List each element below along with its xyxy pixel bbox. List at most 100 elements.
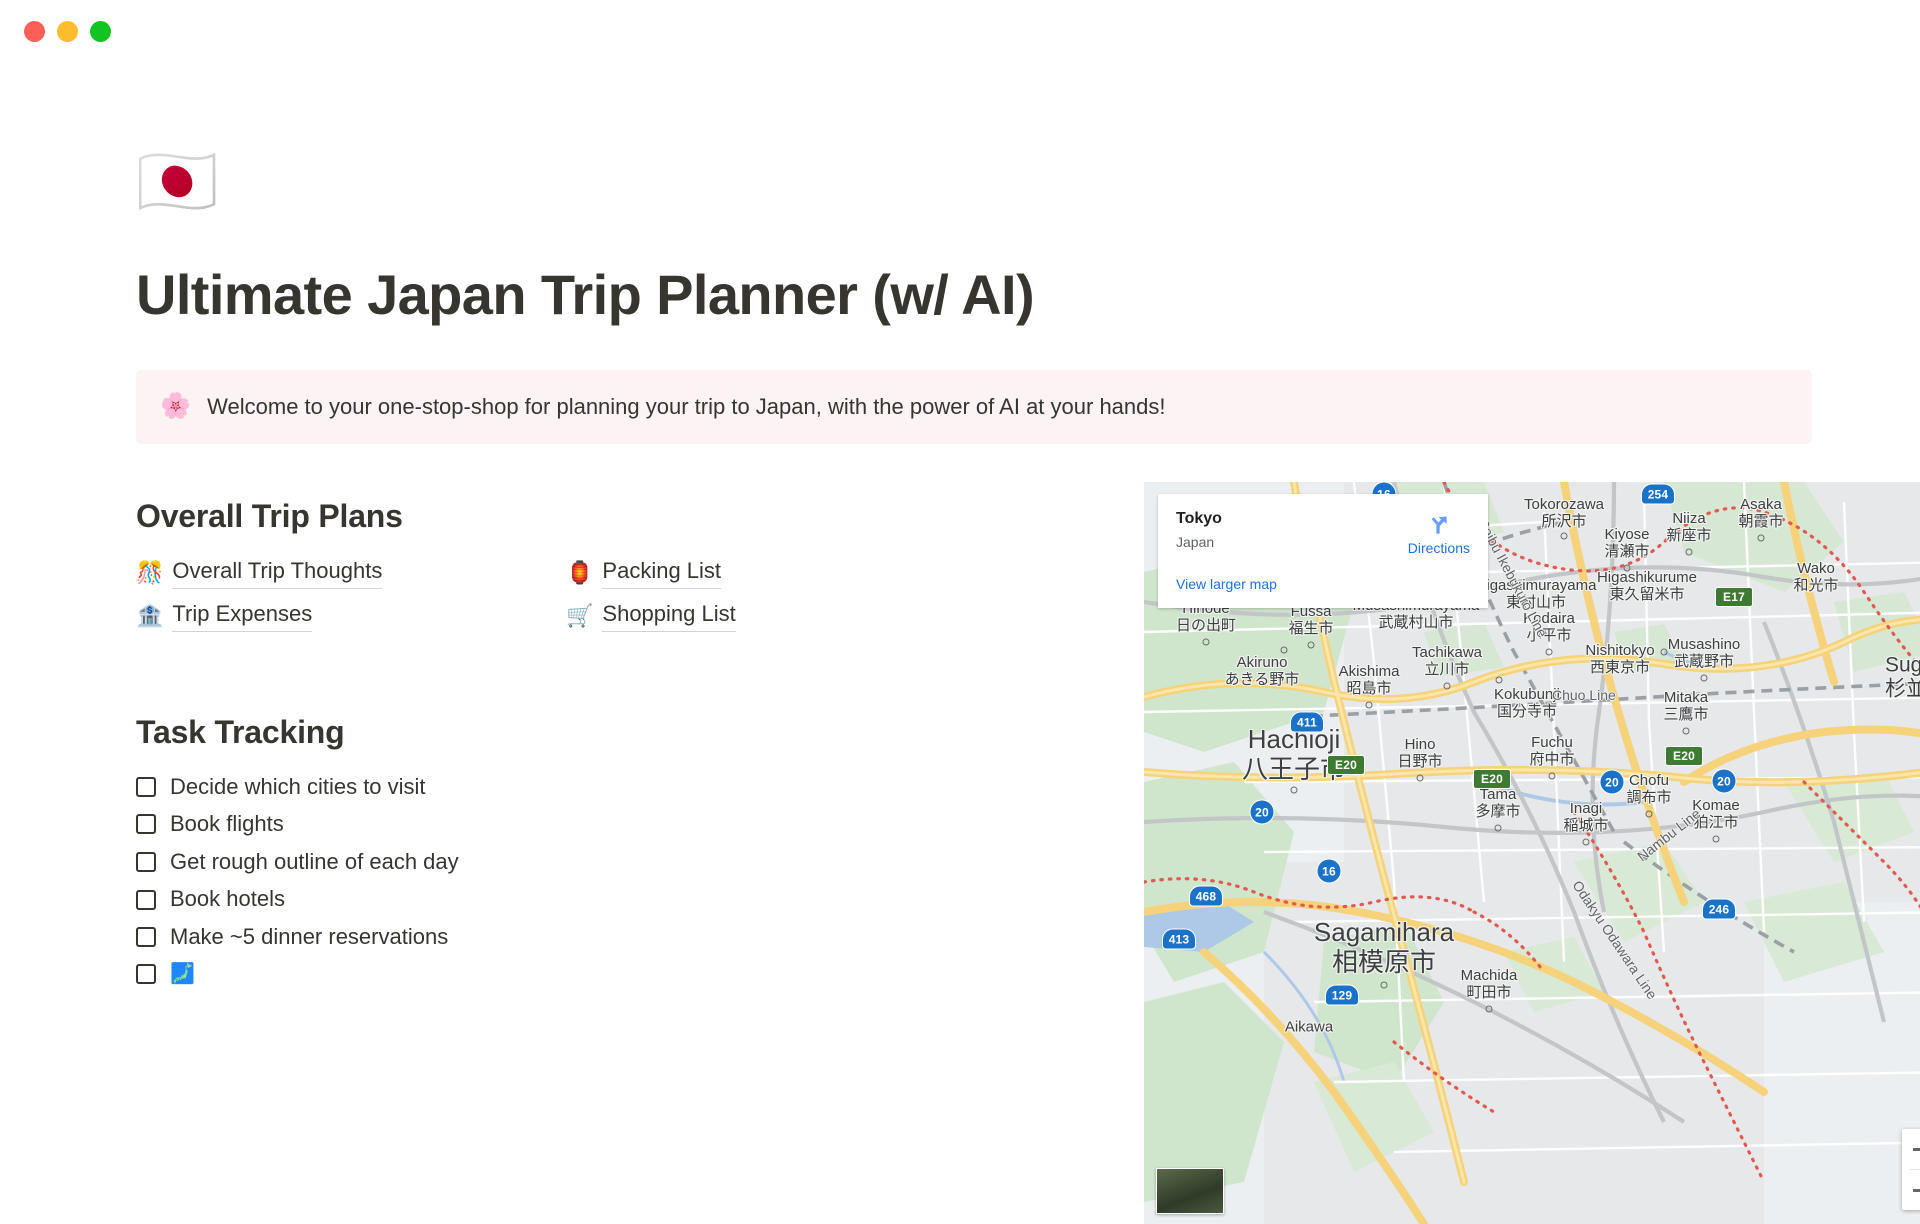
map-place-dot [1307,641,1315,649]
task-checklist: Decide which cities to visit Book flight… [136,773,966,987]
route-shield: 246 [1702,898,1736,920]
left-column: Overall Trip Plans 🎊 Overall Trip Though… [136,482,966,986]
task-label: Decide which cities to visit [170,773,426,799]
welcome-callout: 🌸 Welcome to your one-stop-shop for plan… [136,369,1812,445]
route-shield: 16 [1316,858,1342,884]
map-zoom-controls [1902,1129,1920,1211]
map-place-dot [1485,1005,1493,1013]
page-title: Ultimate Japan Trip Planner (w/ AI) [136,263,1035,326]
link-label: Trip Expenses [172,600,313,632]
view-larger-map-link[interactable]: View larger map [1176,576,1277,592]
route-shield: 254 [1641,483,1675,505]
map-card-top-row: Tokyo Japan Directions [1176,510,1470,556]
window-close-button[interactable] [24,20,45,42]
route-shield: 20 [1249,799,1275,825]
map-info-card: Tokyo Japan Directions View larger map [1158,494,1488,609]
task-checkbox[interactable] [136,814,156,835]
task-item[interactable]: Make ~5 dinner reservations [136,923,966,952]
link-overall-trip-thoughts[interactable]: 🎊 Overall Trip Thoughts [136,557,383,589]
bank-icon: 🏦 [136,602,164,628]
page-emoji-icon[interactable]: 🇯🇵 [136,148,1836,228]
window-title-bar [0,0,1920,62]
task-item[interactable]: Book flights [136,810,966,839]
map-place-dot [1682,727,1690,735]
map-place-dot [1290,786,1298,794]
map-place-dot [1582,838,1590,846]
street-view-thumbnail[interactable] [1156,1168,1224,1215]
shopping-cart-icon: 🛒 [566,602,594,628]
route-shield: E20 [1665,746,1703,767]
lantern-icon: 🏮 [566,560,594,586]
route-shield: E20 [1327,755,1365,776]
map-place-dot [1645,810,1653,818]
route-shield: E17 [1715,587,1753,608]
minus-icon [1913,1188,1920,1192]
map-place-dot [1494,824,1502,832]
map-place-dot [1548,772,1556,780]
callout-text: Welcome to your one-stop-shop for planni… [207,393,1166,419]
link-trip-expenses[interactable]: 🏦 Trip Expenses [136,600,313,632]
task-label: Make ~5 dinner reservations [170,923,449,949]
document-page: 🇯🇵 Ultimate Japan Trip Planner (w/ AI) 🌸… [0,62,1920,1224]
google-map-embed[interactable]: Tokorozawa 所沢市 Niiza 新座市 Asaka 朝霞市 Kiyose 清瀬… [1144,482,1920,1224]
route-shield: 413 [1162,928,1196,950]
plus-icon-horizontal [1913,1147,1920,1151]
directions-label: Directions [1407,540,1470,557]
task-label: Book hotels [170,886,285,912]
section-heading-trip-plans: Overall Trip Plans [136,498,403,535]
route-shield: 20 [1711,768,1737,794]
map-place-dot [1416,774,1424,782]
two-column-region: Overall Trip Plans 🎊 Overall Trip Though… [136,482,1920,1224]
section-heading-task-tracking: Task Tracking [136,713,345,750]
map-zoom-in-button[interactable] [1902,1129,1920,1169]
map-place-country: Japan [1176,534,1215,551]
link-shopping-list[interactable]: 🛒 Shopping List [566,600,736,632]
map-place-dot [1700,674,1708,682]
map-place-dot [1712,835,1720,843]
directions-icon [1431,516,1447,535]
task-checkbox[interactable] [136,927,156,948]
map-place-dot [1495,676,1503,684]
task-checkbox[interactable] [136,776,156,797]
task-item[interactable]: Book hotels [136,885,966,914]
task-item[interactable]: Decide which cities to visit [136,773,966,802]
route-shield: 411 [1290,711,1324,733]
directions-button[interactable]: Directions [1408,510,1470,556]
link-label: Overall Trip Thoughts [172,557,383,589]
route-shield: E20 [1473,769,1511,790]
map-zoom-out-button[interactable] [1902,1170,1920,1210]
map-canvas[interactable]: Tokorozawa 所沢市 Niiza 新座市 Asaka 朝霞市 Kiyose 清瀬… [1144,482,1920,1224]
task-label: Book flights [170,811,284,837]
link-packing-list[interactable]: 🏮 Packing List [566,557,722,589]
map-place-dot [1623,564,1631,572]
trip-plan-links: 🎊 Overall Trip Thoughts 🏮 Packing List 🏦… [136,557,966,632]
map-place-title: Tokyo [1176,510,1222,528]
map-place-dot [1280,646,1288,654]
map-place-dot [1660,648,1668,656]
cherry-blossom-icon: 🌸 [160,392,192,421]
content-column: 🇯🇵 Ultimate Japan Trip Planner (w/ AI) 🌸… [136,62,1920,1224]
map-place-dot [1365,701,1373,709]
link-label: Shopping List [602,600,736,632]
task-item[interactable]: 🗾 [136,961,966,987]
task-checkbox[interactable] [136,963,156,984]
map-place-dot [1545,648,1553,656]
map-place-dot [1757,534,1765,542]
map-place-dot [1560,532,1568,540]
window-minimize-button[interactable] [57,20,78,42]
window-maximize-button[interactable] [90,20,111,42]
map-place-dot [1443,682,1451,690]
confetti-icon: 🎊 [136,560,164,586]
task-label: Get rough outline of each day [170,848,459,874]
route-shield: 20 [1599,769,1625,795]
map-place-dot [1685,548,1693,556]
link-label: Packing List [602,557,722,589]
task-item[interactable]: Get rough outline of each day [136,848,966,877]
route-shield: 129 [1325,984,1359,1006]
japan-map-icon: 🗾 [170,962,195,985]
map-place-dot [1380,981,1388,989]
route-shield: 468 [1189,885,1223,907]
map-card-place: Tokyo Japan [1176,510,1222,550]
task-checkbox[interactable] [136,852,156,873]
task-checkbox[interactable] [136,889,156,910]
